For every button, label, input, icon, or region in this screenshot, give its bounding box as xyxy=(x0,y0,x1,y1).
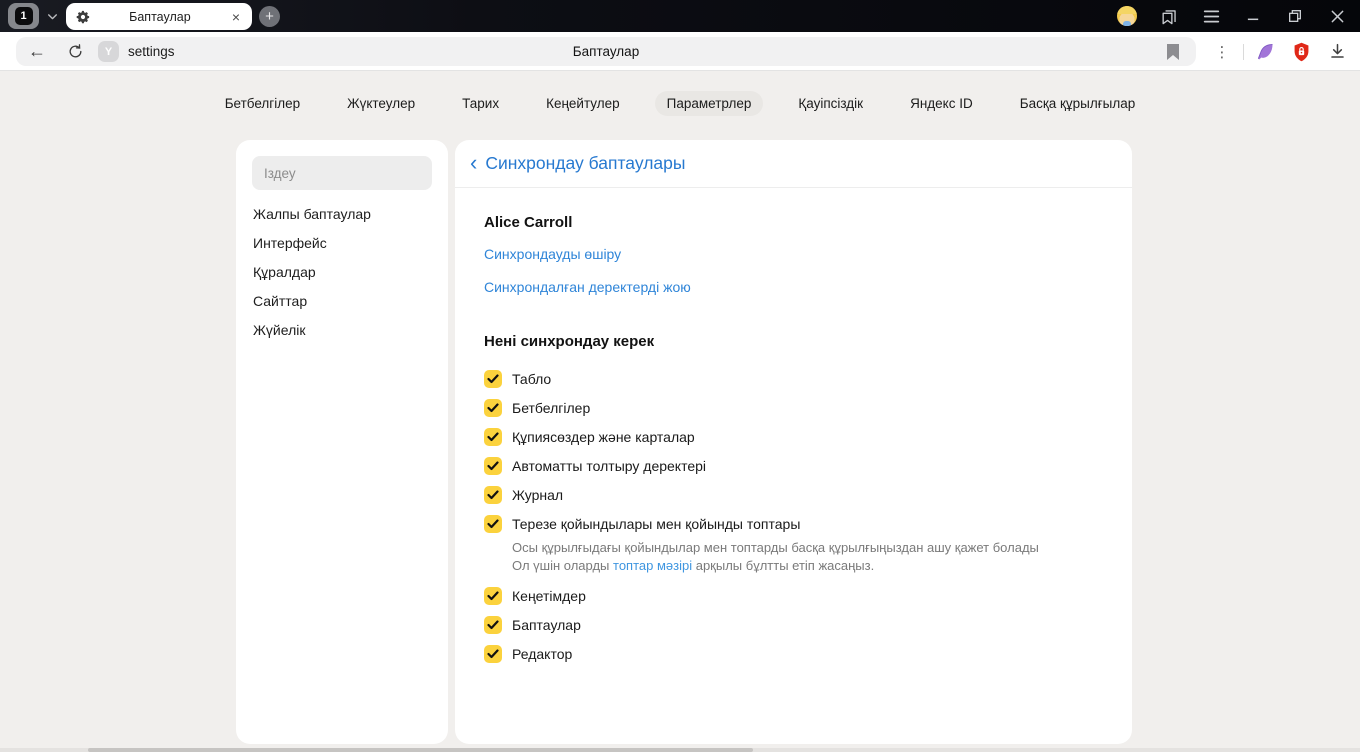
sync-option-tableau[interactable]: Табло xyxy=(484,364,1102,393)
scrollbar-thumb[interactable] xyxy=(88,748,753,752)
nav-tab-bookmarks[interactable]: Бетбелгілер xyxy=(213,91,312,116)
toolbar: ← Y settings Баптаулар ⋮ xyxy=(0,32,1360,71)
protect-shield-icon[interactable] xyxy=(1286,37,1316,67)
site-badge-icon[interactable]: Y xyxy=(98,41,119,62)
checkbox-checked-icon[interactable] xyxy=(484,644,502,663)
tab-counter-button[interactable]: 1 xyxy=(8,3,39,29)
restore-button[interactable] xyxy=(1278,0,1312,32)
toolbar-divider xyxy=(1243,43,1244,60)
settings-nav: Бетбелгілер Жүктеулер Тарих Кеңейтулер П… xyxy=(0,89,1360,117)
sync-settings-title: Синхрондау баптаулары xyxy=(485,153,686,173)
checkbox-checked-icon[interactable] xyxy=(484,485,502,504)
nav-tab-yandex-id[interactable]: Яндекс ID xyxy=(898,91,985,116)
sync-option-extensions[interactable]: Кеңетімдер xyxy=(484,581,1102,610)
reload-icon[interactable] xyxy=(60,37,90,66)
gear-icon xyxy=(76,10,90,24)
close-window-button[interactable] xyxy=(1320,0,1354,32)
collections-icon[interactable] xyxy=(1152,0,1186,32)
menu-hamburger-icon[interactable] xyxy=(1194,0,1228,32)
checkbox-checked-icon[interactable] xyxy=(484,456,502,475)
disable-sync-link[interactable]: Синхрондауды өшіру xyxy=(484,246,621,262)
sync-option-label: Терезе қойындылары мен қойынды топтары xyxy=(512,515,801,532)
bookmark-icon[interactable] xyxy=(1160,37,1186,66)
download-icon[interactable] xyxy=(1322,37,1352,67)
checkbox-checked-icon[interactable] xyxy=(484,615,502,634)
sync-options-list: Табло Бетбелгілер Құпиясөздер және карта… xyxy=(484,364,1102,668)
checkbox-checked-icon[interactable] xyxy=(484,398,502,417)
sync-option-label: Кеңетімдер xyxy=(512,587,586,604)
address-bar[interactable]: ← Y settings Баптаулар xyxy=(16,37,1196,66)
sync-option-bookmarks[interactable]: Бетбелгілер xyxy=(484,393,1102,422)
nav-tab-downloads[interactable]: Жүктеулер xyxy=(335,91,427,116)
sync-option-editor[interactable]: Редактор xyxy=(484,639,1102,668)
yandex-feather-icon[interactable] xyxy=(1250,37,1280,67)
profile-avatar[interactable] xyxy=(1110,0,1144,32)
browser-window: 1 Баптаулар × + ← Y settings Баптаулар ⋮… xyxy=(0,0,1360,752)
sync-option-description: Осы құрылғыдағы қойындылар мен топтарды … xyxy=(512,539,1102,574)
sidebar-item-interface[interactable]: Интерфейс xyxy=(236,229,448,258)
groups-menu-link[interactable]: топтар мәзірі xyxy=(613,558,692,573)
checkbox-checked-icon[interactable] xyxy=(484,514,502,533)
sidebar-item-system[interactable]: Жүйелік xyxy=(236,316,448,345)
description-line2-prefix: Ол үшін оларды xyxy=(512,557,614,573)
back-chevron-icon[interactable]: ‹ xyxy=(470,151,477,174)
page-title: Баптаулар xyxy=(572,44,640,59)
active-tab[interactable]: Баптаулар × xyxy=(66,3,252,30)
sidebar-item-tools[interactable]: Құралдар xyxy=(236,258,448,287)
settings-sidebar: Жалпы баптаулар Интерфейс Құралдар Сайтт… xyxy=(236,140,448,744)
sync-option-autofill[interactable]: Автоматты толтыру деректері xyxy=(484,451,1102,480)
tab-count: 1 xyxy=(14,7,33,25)
sync-option-passwords-cards[interactable]: Құпиясөздер және карталар xyxy=(484,422,1102,451)
sync-option-history[interactable]: Журнал xyxy=(484,480,1102,509)
sync-option-label: Табло xyxy=(512,370,552,387)
sync-option-label: Баптаулар xyxy=(512,616,581,633)
sync-option-settings[interactable]: Баптаулар xyxy=(484,610,1102,639)
horizontal-scrollbar[interactable] xyxy=(0,748,1360,752)
tab-strip: 1 Баптаулар × + xyxy=(0,0,1360,32)
sync-option-label: Бетбелгілер xyxy=(512,399,591,416)
sync-option-label: Автоматты толтыру деректері xyxy=(512,457,707,474)
tab-close-icon[interactable]: × xyxy=(230,10,242,24)
sync-settings-panel: ‹ Синхрондау баптаулары Alice Carroll Си… xyxy=(455,140,1132,744)
delete-synced-data-link[interactable]: Синхрондалған деректерді жою xyxy=(484,279,691,295)
sidebar-item-sites[interactable]: Сайттар xyxy=(236,287,448,316)
checkbox-checked-icon[interactable] xyxy=(484,369,502,388)
sync-settings-header[interactable]: ‹ Синхрондау баптаулары xyxy=(455,140,1132,188)
sync-option-label: Журнал xyxy=(512,486,564,503)
back-button[interactable]: ← xyxy=(22,37,52,66)
minimize-button[interactable] xyxy=(1236,0,1270,32)
sync-what-section-title: Нені синхрондау керек xyxy=(484,333,655,350)
sync-option-label: Редактор xyxy=(512,645,573,662)
sync-option-tabs-groups[interactable]: Терезе қойындылары мен қойынды топтары xyxy=(484,509,1102,538)
nav-tab-history[interactable]: Тарих xyxy=(450,91,511,116)
sidebar-item-general[interactable]: Жалпы баптаулар xyxy=(236,200,448,229)
search-input[interactable] xyxy=(252,156,432,190)
tab-title: Баптаулар xyxy=(129,9,191,24)
new-tab-button[interactable]: + xyxy=(259,5,280,27)
checkbox-checked-icon[interactable] xyxy=(484,427,502,446)
description-line1: Осы құрылғыдағы қойындылар мен топтарды … xyxy=(512,540,1039,555)
nav-tab-extensions[interactable]: Кеңейтулер xyxy=(534,91,632,116)
more-options-icon[interactable]: ⋮ xyxy=(1207,37,1237,67)
avatar xyxy=(1117,6,1137,26)
checkbox-checked-icon[interactable] xyxy=(484,586,502,605)
nav-tab-security[interactable]: Қауіпсіздік xyxy=(786,91,875,116)
description-line2-suffix: арқылы бұлтты етіп жасаңыз. xyxy=(692,557,875,573)
account-name: Alice Carroll xyxy=(484,214,573,231)
sync-option-label: Құпиясөздер және карталар xyxy=(512,428,695,445)
nav-tab-settings[interactable]: Параметрлер xyxy=(654,90,764,116)
nav-tab-other-devices[interactable]: Басқа құрылғылар xyxy=(1008,91,1148,116)
url-text[interactable]: settings xyxy=(128,37,175,66)
tab-list-chevron-icon[interactable] xyxy=(40,4,64,28)
